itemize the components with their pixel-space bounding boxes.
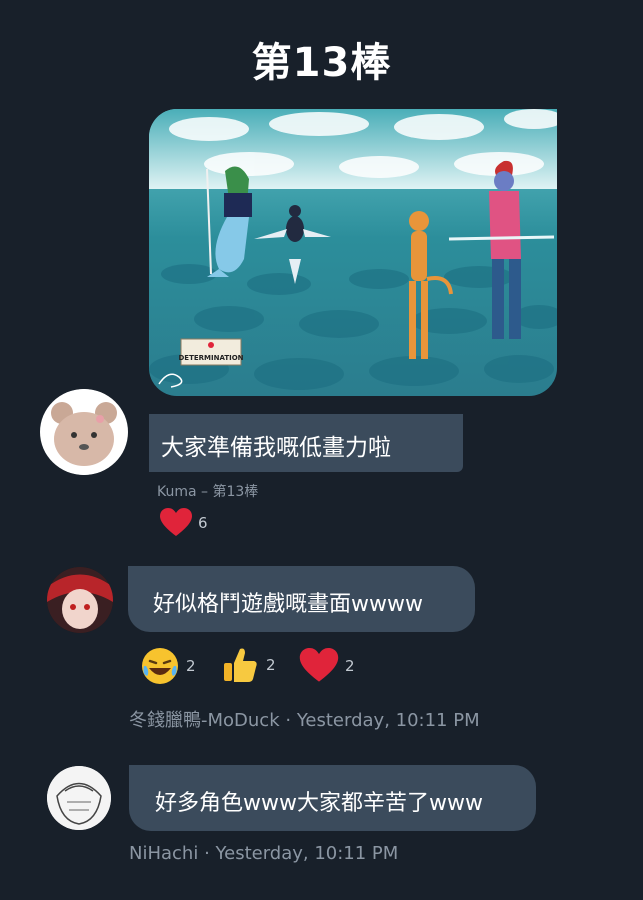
post-author-line: Kuma – 第13棒 bbox=[157, 484, 259, 500]
reaction-count: 2 bbox=[186, 657, 196, 675]
thumbs-up-icon bbox=[224, 648, 257, 682]
comment-author[interactable]: 冬錢臘鴨-MoDuck bbox=[129, 710, 280, 731]
comment-reaction-laugh[interactable]: 2 bbox=[140, 646, 196, 686]
meta-separator: · bbox=[198, 843, 216, 864]
reaction-count: 2 bbox=[266, 656, 276, 674]
reaction-count: 2 bbox=[345, 657, 355, 675]
comment-bubble[interactable]: 好似格鬥遊戲嘅畫面wwww bbox=[128, 566, 475, 632]
post-caption-bubble[interactable]: 大家準備我嘅低畫力啦 bbox=[149, 414, 463, 472]
comment-meta: 冬錢臘鴨-MoDuck · Yesterday, 10:11 PM bbox=[129, 706, 480, 732]
comment-meta: NiHachi · Yesterday, 10:11 PM bbox=[129, 843, 398, 864]
laughing-face-icon bbox=[142, 648, 178, 684]
comment-reaction-thumbs[interactable]: 2 bbox=[220, 645, 276, 685]
comment-reaction-heart[interactable]: 2 bbox=[299, 648, 355, 684]
heart-icon bbox=[160, 508, 192, 536]
avatar[interactable] bbox=[40, 389, 128, 475]
avatar[interactable] bbox=[47, 766, 111, 830]
meta-separator: · bbox=[279, 710, 297, 731]
comment-text: 好似格鬥遊戲嘅畫面wwww bbox=[153, 592, 423, 617]
comment-bubble[interactable]: 好多角色www大家都辛苦了www bbox=[129, 765, 536, 831]
envelope-text: DETERMINATION bbox=[178, 354, 243, 362]
post-image[interactable]: DETERMINATION bbox=[149, 109, 557, 396]
avatar[interactable] bbox=[47, 567, 113, 633]
comment-time: Yesterday, 10:11 PM bbox=[296, 710, 480, 731]
heart-icon bbox=[299, 648, 339, 682]
page-title: 第13棒 bbox=[251, 40, 392, 86]
post-reaction-heart[interactable]: 6 bbox=[160, 508, 208, 538]
comment-author[interactable]: NiHachi bbox=[129, 843, 198, 864]
reaction-count: 6 bbox=[198, 514, 208, 532]
comment-text: 好多角色www大家都辛苦了www bbox=[155, 791, 483, 816]
post-caption: 大家準備我嘅低畫力啦 bbox=[161, 435, 391, 461]
comment-time: Yesterday, 10:11 PM bbox=[215, 843, 399, 864]
